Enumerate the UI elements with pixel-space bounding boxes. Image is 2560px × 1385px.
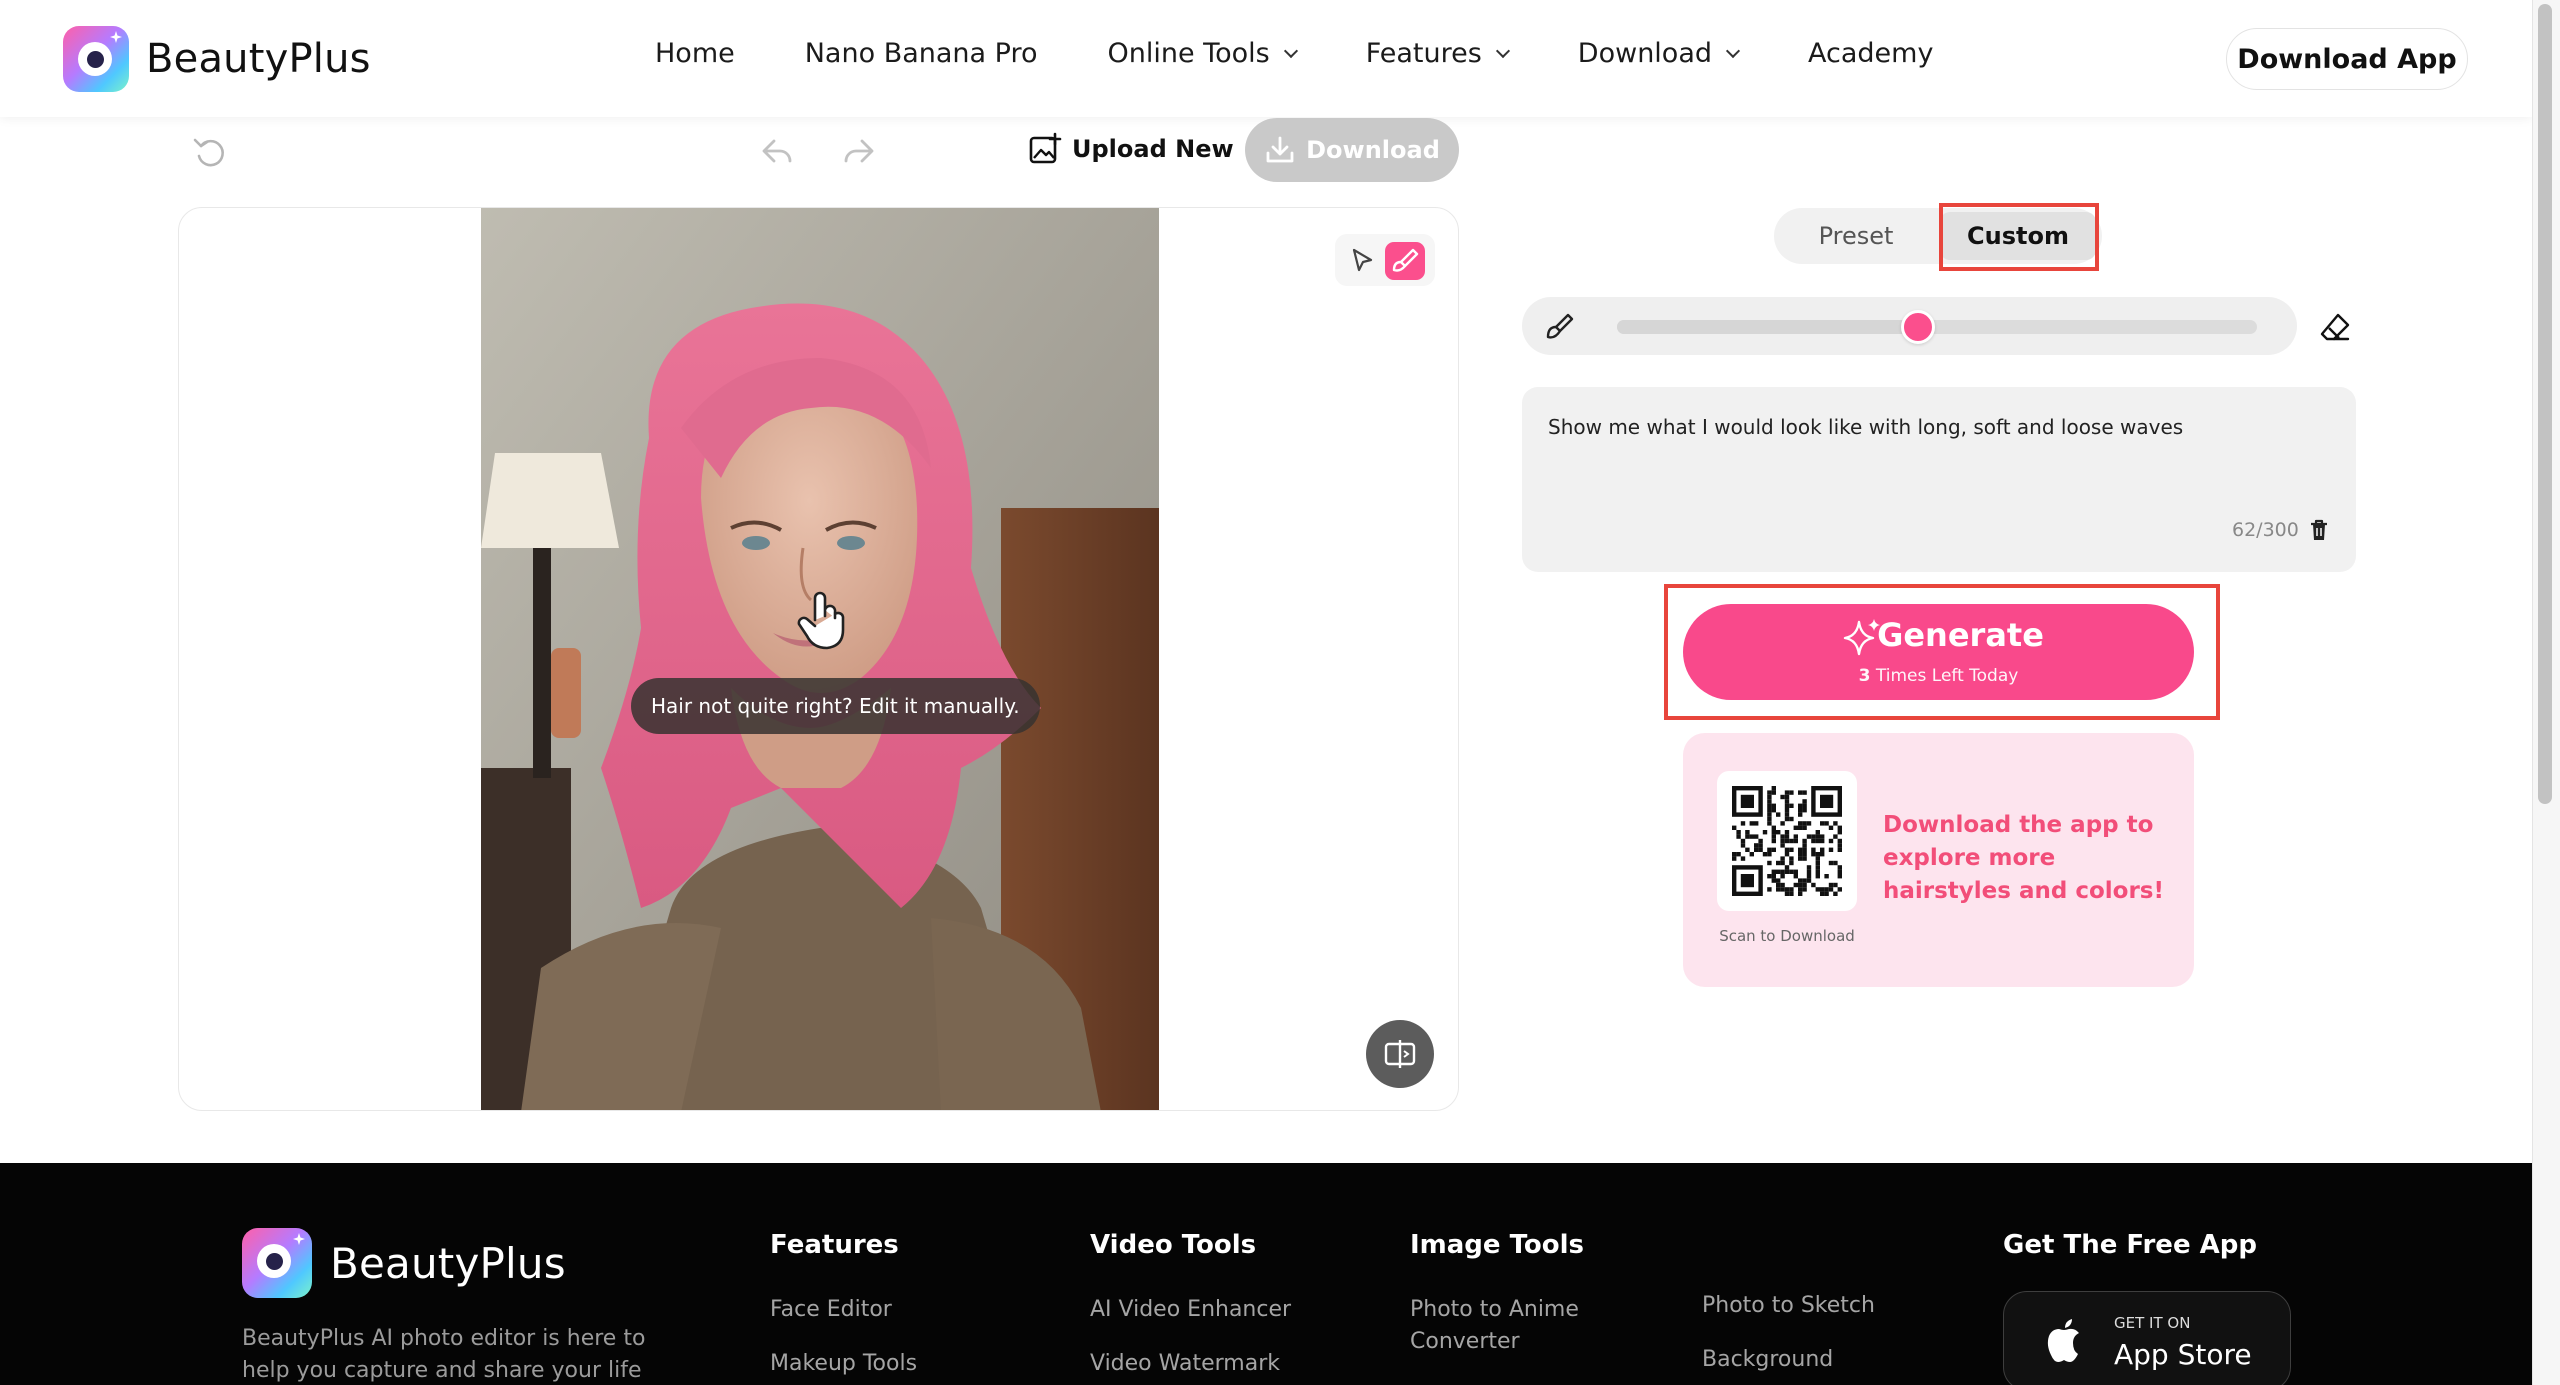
nav-home[interactable]: Home xyxy=(655,38,735,69)
main-nav: Home Nano Banana Pro Online Tools Featur… xyxy=(655,38,2003,69)
edited-portrait-photo xyxy=(481,208,1159,1110)
download-button[interactable]: Download xyxy=(1245,118,1459,182)
qr-code xyxy=(1717,771,1857,911)
footer-logo[interactable]: BeautyPlus xyxy=(242,1228,566,1298)
compare-icon xyxy=(1384,1040,1416,1068)
brush-size-slider[interactable] xyxy=(1617,310,2257,344)
brush-icon xyxy=(1392,248,1419,272)
tab-preset[interactable]: Preset xyxy=(1774,208,1938,264)
brush-tool-button[interactable] xyxy=(1385,242,1425,280)
undo-icon[interactable] xyxy=(758,132,796,170)
beautyplus-logo-icon xyxy=(242,1228,312,1298)
footer-heading: Features xyxy=(770,1230,899,1260)
upload-image-icon xyxy=(1029,132,1062,164)
mode-tabs: Preset Custom xyxy=(1774,208,2102,264)
download-label: Download xyxy=(1306,136,1440,164)
prompt-text[interactable]: Show me what I would look like with long… xyxy=(1548,415,2183,439)
tab-custom[interactable]: Custom xyxy=(1940,212,2096,260)
download-icon xyxy=(1266,136,1294,163)
download-app-button[interactable]: Download App xyxy=(2226,28,2468,90)
brand-name: BeautyPlus xyxy=(146,36,371,82)
scrollbar-thumb[interactable] xyxy=(2538,4,2552,804)
chevron-down-icon xyxy=(1725,43,1741,58)
prompt-textarea[interactable]: Show me what I would look like with long… xyxy=(1522,387,2356,572)
trash-icon[interactable] xyxy=(2308,518,2330,542)
promo-message: Download the app to explore more hairsty… xyxy=(1883,812,2164,904)
footer-col-image-tools-2: Photo to Sketch Background xyxy=(1702,1290,1875,1385)
footer-link-photo-to-sketch[interactable]: Photo to Sketch xyxy=(1702,1290,1875,1322)
app-store-caption: GET IT ON xyxy=(2114,1314,2191,1332)
footer-col-app: Get The Free App xyxy=(2003,1230,2257,1294)
footer-link-ai-video-enhancer[interactable]: AI Video Enhancer xyxy=(1090,1294,1291,1326)
generate-label: Generate xyxy=(1877,616,2044,654)
nav-academy[interactable]: Academy xyxy=(1808,38,1933,69)
edit-hint-tooltip: Hair not quite right? Edit it manually. xyxy=(631,678,1040,734)
slider-knob[interactable] xyxy=(1900,310,1935,344)
footer-description: BeautyPlus AI photo editor is here to he… xyxy=(242,1326,646,1383)
upload-new-button[interactable]: Upload New xyxy=(1028,132,1234,166)
image-canvas[interactable]: Hair not quite right? Edit it manually. xyxy=(178,207,1459,1111)
edit-tool-switch xyxy=(1335,234,1435,286)
footer-link-face-editor[interactable]: Face Editor xyxy=(770,1294,917,1326)
app-store-label: App Store xyxy=(2114,1338,2252,1371)
footer-link-background[interactable]: Background xyxy=(1702,1344,1875,1376)
upload-new-label: Upload New xyxy=(1072,135,1234,163)
footer-col-video-tools: Video Tools AI Video Enhancer Video Wate… xyxy=(1090,1230,1291,1385)
generate-quota: 3 Times Left Today xyxy=(1858,666,2019,686)
footer-heading: Video Tools xyxy=(1090,1230,1257,1260)
nav-nano-banana-pro[interactable]: Nano Banana Pro xyxy=(805,38,1038,69)
portrait-illustration xyxy=(481,208,1159,1110)
brush-size-icon xyxy=(1546,313,1574,339)
footer-brand-name: BeautyPlus xyxy=(330,1238,566,1288)
eraser-icon[interactable] xyxy=(2318,310,2352,344)
redo-icon[interactable] xyxy=(840,132,878,170)
qr-caption: Scan to Download xyxy=(1719,927,1855,945)
hand-cursor-icon xyxy=(797,591,845,650)
compare-button[interactable] xyxy=(1366,1020,1434,1088)
pointer-select-icon[interactable] xyxy=(1345,244,1379,278)
qr-code-image xyxy=(1732,786,1842,896)
chevron-down-icon xyxy=(1495,43,1510,58)
reset-icon[interactable] xyxy=(192,134,228,170)
chevron-down-icon xyxy=(1283,43,1298,58)
site-footer: BeautyPlus BeautyPlus AI photo editor is… xyxy=(0,1163,2532,1385)
footer-heading: Get The Free App xyxy=(2003,1230,2257,1260)
nav-online-tools[interactable]: Online Tools xyxy=(1108,38,1298,69)
nav-features[interactable]: Features xyxy=(1366,38,1510,69)
footer-link-video-watermark[interactable]: Video Watermark xyxy=(1090,1348,1291,1380)
slider-fill xyxy=(1617,320,1918,334)
footer-col-image-tools: Image Tools Photo to Anime Converter xyxy=(1410,1230,1630,1380)
brush-size-control xyxy=(1522,297,2297,355)
footer-link-makeup-tools[interactable]: Makeup Tools xyxy=(770,1348,917,1380)
beautyplus-logo-icon xyxy=(63,26,129,92)
footer-link-photo-to-anime[interactable]: Photo to Anime Converter xyxy=(1410,1294,1630,1358)
nav-download[interactable]: Download xyxy=(1578,38,1741,69)
footer-heading: Image Tools xyxy=(1410,1230,1585,1260)
generate-button[interactable]: Generate 3 Times Left Today xyxy=(1683,604,2194,700)
app-promo-card: Scan to Download Download the app to exp… xyxy=(1683,733,2194,987)
character-counter: 62/300 xyxy=(2232,519,2299,541)
page-scrollbar[interactable] xyxy=(2532,0,2560,1385)
footer-col-features: Features Face Editor Makeup Tools xyxy=(770,1230,917,1385)
app-store-button[interactable]: GET IT ON App Store xyxy=(2003,1291,2291,1385)
brand-logo[interactable]: BeautyPlus xyxy=(63,26,371,92)
apple-icon xyxy=(2047,1319,2079,1362)
site-header: BeautyPlus Home Nano Banana Pro Online T… xyxy=(0,0,2532,117)
